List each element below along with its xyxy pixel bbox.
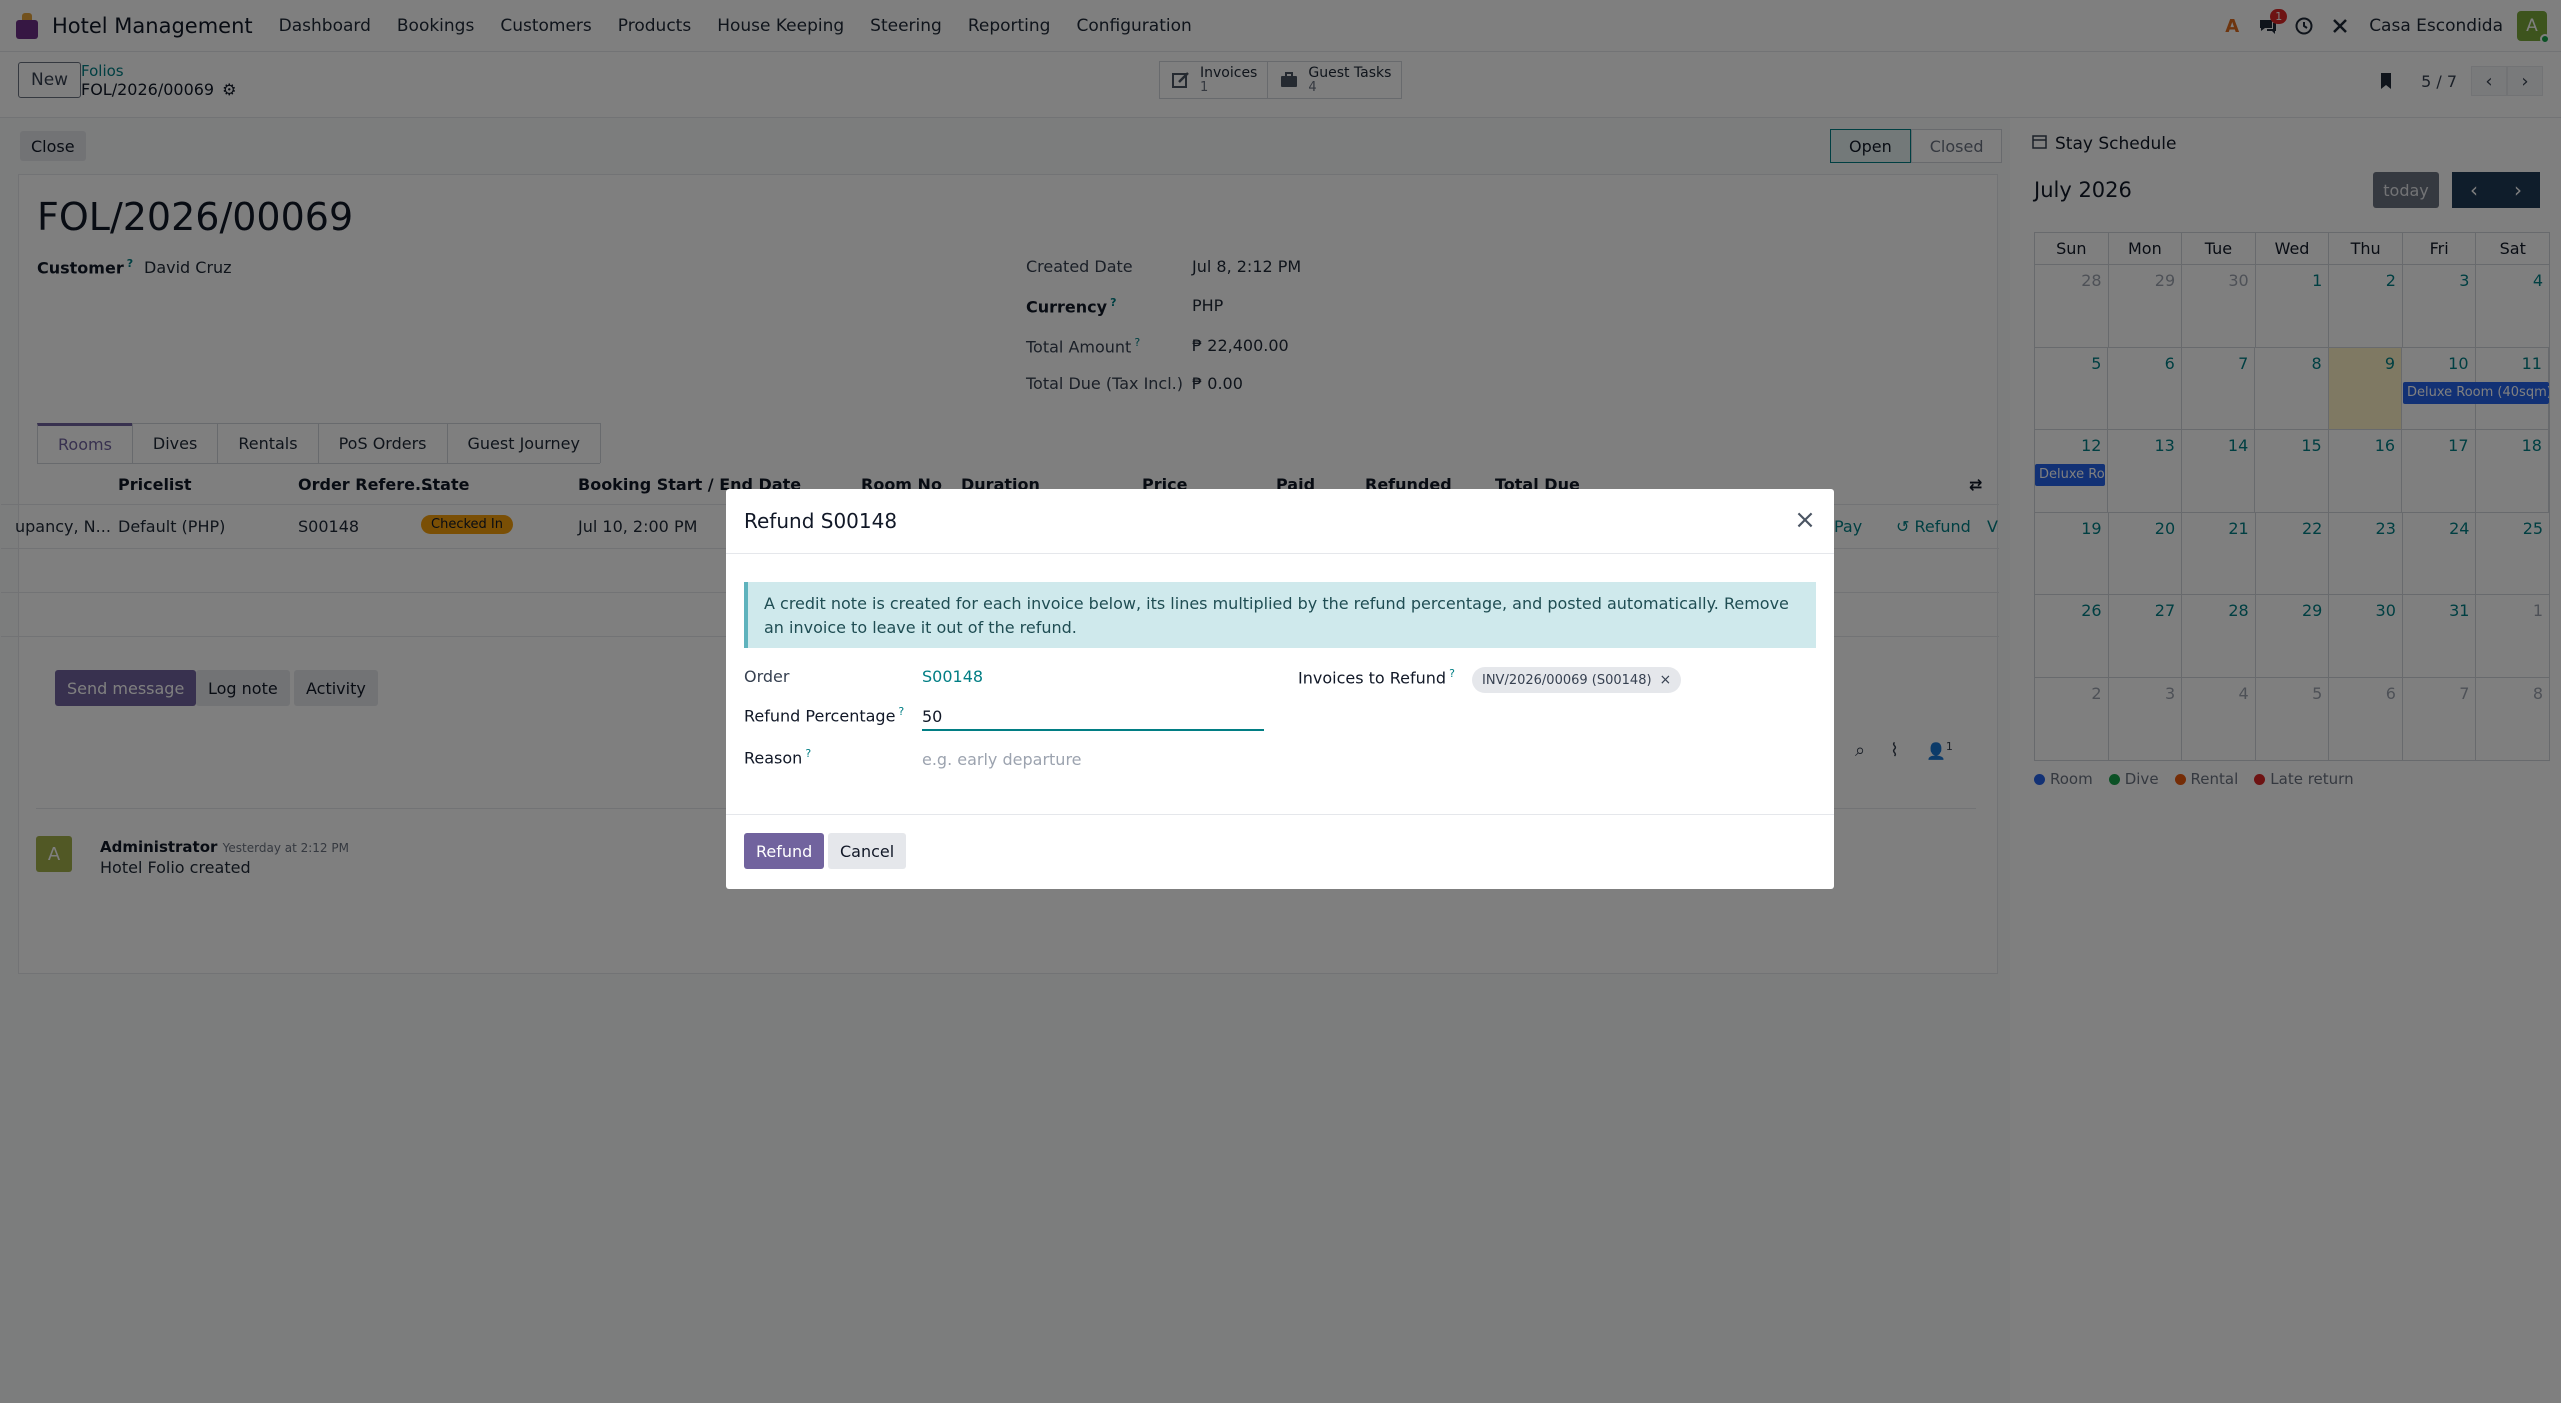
cancel-button[interactable]: Cancel [828,833,907,869]
refund-button[interactable]: Refund [744,833,825,869]
reason-label: Reason? [744,747,811,767]
invoice-tag-label: INV/2026/00069 (S00148) [1482,672,1652,688]
refund-percentage-label-text: Refund Percentage [744,706,896,726]
help-icon[interactable]: ? [898,705,904,718]
modal-title: Refund S00148 [744,509,898,533]
remove-tag-icon[interactable]: × [1660,672,1672,688]
refund-dialog: Refund S00148 × A credit note is created… [726,489,1834,889]
reason-label-text: Reason [744,748,803,768]
order-link[interactable]: S00148 [922,667,983,686]
refund-percentage-label: Refund Percentage? [744,705,904,725]
help-icon[interactable]: ? [1449,667,1455,680]
invoices-to-refund-label: Invoices to Refund? [1298,667,1455,687]
order-label: Order [744,667,790,686]
help-icon[interactable]: ? [805,747,811,760]
info-alert: A credit note is created for each invoic… [744,582,1816,648]
refund-percentage-input[interactable] [922,703,1264,731]
invoice-tag: INV/2026/00069 (S00148) × [1472,667,1682,693]
close-icon[interactable]: × [1790,505,1820,535]
reason-input[interactable] [922,745,1264,773]
modal-header: Refund S00148 × [726,489,1834,554]
invoices-to-refund-label-text: Invoices to Refund [1298,668,1447,688]
